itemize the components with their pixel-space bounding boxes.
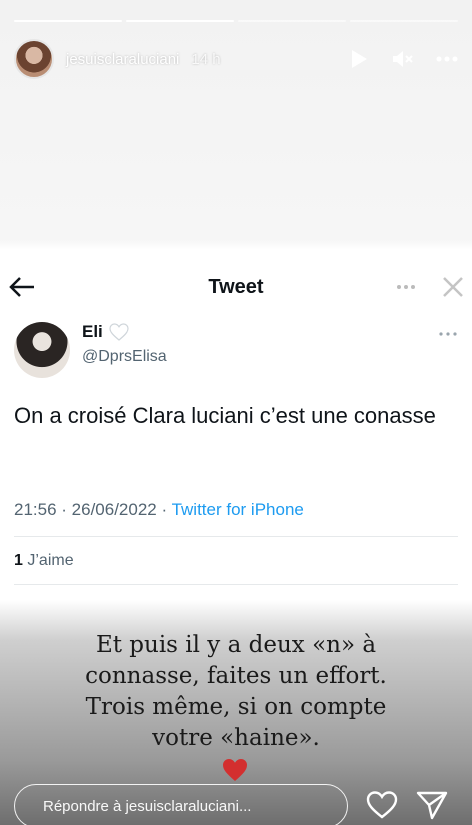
tweet-author-name: Eli	[82, 322, 129, 342]
caption-line: Et puis il y a deux «n» à	[95, 632, 377, 658]
more-icon	[439, 332, 457, 336]
tweet-topbar: Tweet	[0, 268, 472, 308]
heart-icon[interactable]	[366, 790, 398, 820]
send-icon[interactable]	[416, 790, 448, 820]
red-heart-icon	[223, 759, 247, 781]
white-heart-icon	[109, 323, 129, 341]
caption-line: votre «haine».	[152, 725, 320, 751]
close-icon	[443, 277, 463, 297]
tweet-date: 26/06/2022	[71, 500, 157, 519]
progress-segment	[126, 20, 234, 22]
tweet-screenshot: Tweet Eli @DprsElisa On a croisé Clara l…	[0, 250, 472, 600]
more-icon[interactable]	[436, 48, 458, 70]
tweet-author-handle: @DprsElisa	[82, 348, 167, 365]
progress-segment	[14, 20, 122, 22]
tweet-text: On a croisé Clara luciani c’est une cona…	[14, 403, 436, 428]
tweet-likes: 1 J’aime	[14, 552, 74, 570]
header-actions	[348, 48, 458, 70]
story-progress	[14, 20, 458, 22]
reply-placeholder: Répondre à jesuisclaraluciani...	[43, 797, 252, 815]
caption-line: Trois même, si on compte	[85, 694, 387, 720]
story-caption: Et puis il y a deux «n» à connasse, fait…	[36, 630, 436, 754]
avatar[interactable]	[14, 39, 54, 79]
caption-line: connasse, faites un effort.	[85, 663, 387, 689]
tweet-avatar	[14, 322, 70, 378]
likes-label: J’aime	[27, 552, 74, 569]
divider	[14, 536, 458, 537]
tweet-source: Twitter for iPhone	[171, 500, 304, 519]
tweet-meta: 21:56 · 26/06/2022 · Twitter for iPhone	[14, 500, 304, 519]
more-icon	[397, 285, 415, 289]
tweet-author: Eli @DprsElisa	[14, 322, 458, 378]
play-icon[interactable]	[348, 48, 370, 70]
story-header: jesuisclaraluciani 14 h	[14, 38, 458, 80]
story-time: 14 h	[191, 50, 221, 68]
progress-segment	[350, 20, 458, 22]
author-name-text: Eli	[82, 322, 103, 341]
tweet-time: 21:56	[14, 500, 57, 519]
likes-count: 1	[14, 552, 23, 569]
mute-icon[interactable]	[392, 48, 414, 70]
story-username[interactable]: jesuisclaraluciani	[66, 51, 179, 68]
progress-segment	[238, 20, 346, 22]
divider	[14, 584, 458, 585]
reply-input[interactable]: Répondre à jesuisclaraluciani...	[14, 784, 348, 825]
